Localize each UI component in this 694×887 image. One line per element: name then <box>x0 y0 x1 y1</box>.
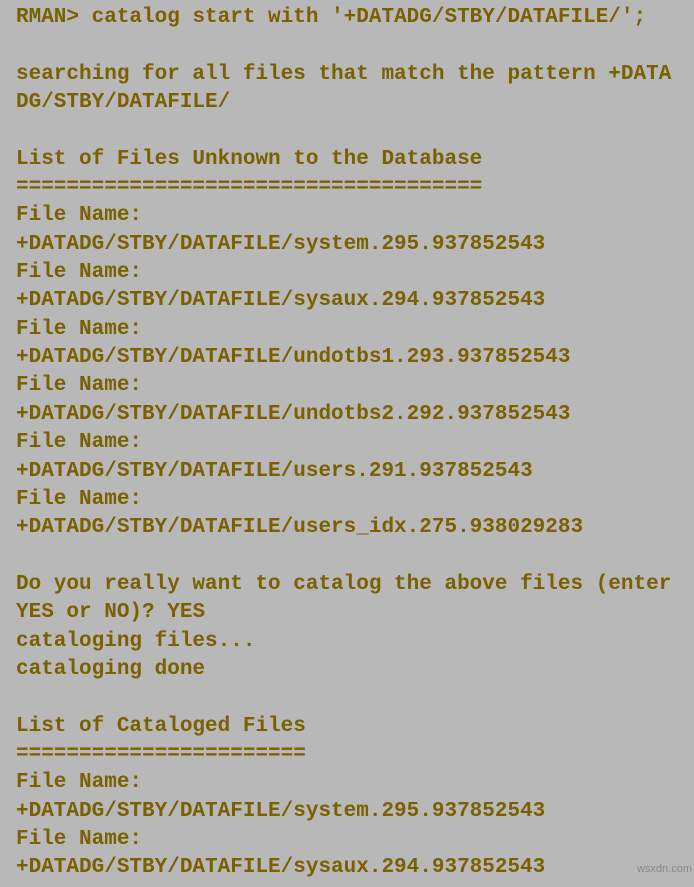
file-name-label: File Name: <box>16 828 142 851</box>
confirm-answer[interactable]: YES <box>167 601 205 624</box>
file-path: +DATADG/STBY/DATAFILE/system.295.9378525… <box>16 800 545 823</box>
file-path: +DATADG/STBY/DATAFILE/users.291.93785254… <box>16 460 533 483</box>
file-name-label: File Name: <box>16 488 142 511</box>
cataloging-done: cataloging done <box>16 658 205 681</box>
confirm-prompt: Do you really want to catalog the above … <box>16 573 684 624</box>
watermark: wsxdn.com <box>637 863 692 875</box>
cataloging-progress: cataloging files... <box>16 630 255 653</box>
file-path: +DATADG/STBY/DATAFILE/undotbs2.292.93785… <box>16 403 571 426</box>
file-path: +DATADG/STBY/DATAFILE/sysaux.294.9378525… <box>16 856 545 879</box>
file-name-label: File Name: <box>16 204 142 227</box>
file-name-label: File Name: <box>16 771 142 794</box>
file-name-label: File Name: <box>16 318 142 341</box>
divider: ===================================== <box>16 176 482 199</box>
divider: ======================= <box>16 743 306 766</box>
file-path: +DATADG/STBY/DATAFILE/undotbs1.293.93785… <box>16 346 571 369</box>
rman-command: catalog start with '+DATADG/STBY/DATAFIL… <box>92 6 647 29</box>
file-name-label: File Name: <box>16 374 142 397</box>
file-name-label: File Name: <box>16 431 142 454</box>
search-message: searching for all files that match the p… <box>16 63 671 114</box>
file-path: +DATADG/STBY/DATAFILE/system.295.9378525… <box>16 233 545 256</box>
rman-prompt: RMAN> <box>16 6 79 29</box>
cataloged-files-header: List of Cataloged Files <box>16 715 306 738</box>
unknown-files-header: List of Files Unknown to the Database <box>16 148 482 171</box>
file-name-label: File Name: <box>16 261 142 284</box>
file-path: +DATADG/STBY/DATAFILE/users_idx.275.9380… <box>16 516 583 539</box>
file-path: +DATADG/STBY/DATAFILE/sysaux.294.9378525… <box>16 289 545 312</box>
terminal-output: RMAN> catalog start with '+DATADG/STBY/D… <box>0 0 694 887</box>
